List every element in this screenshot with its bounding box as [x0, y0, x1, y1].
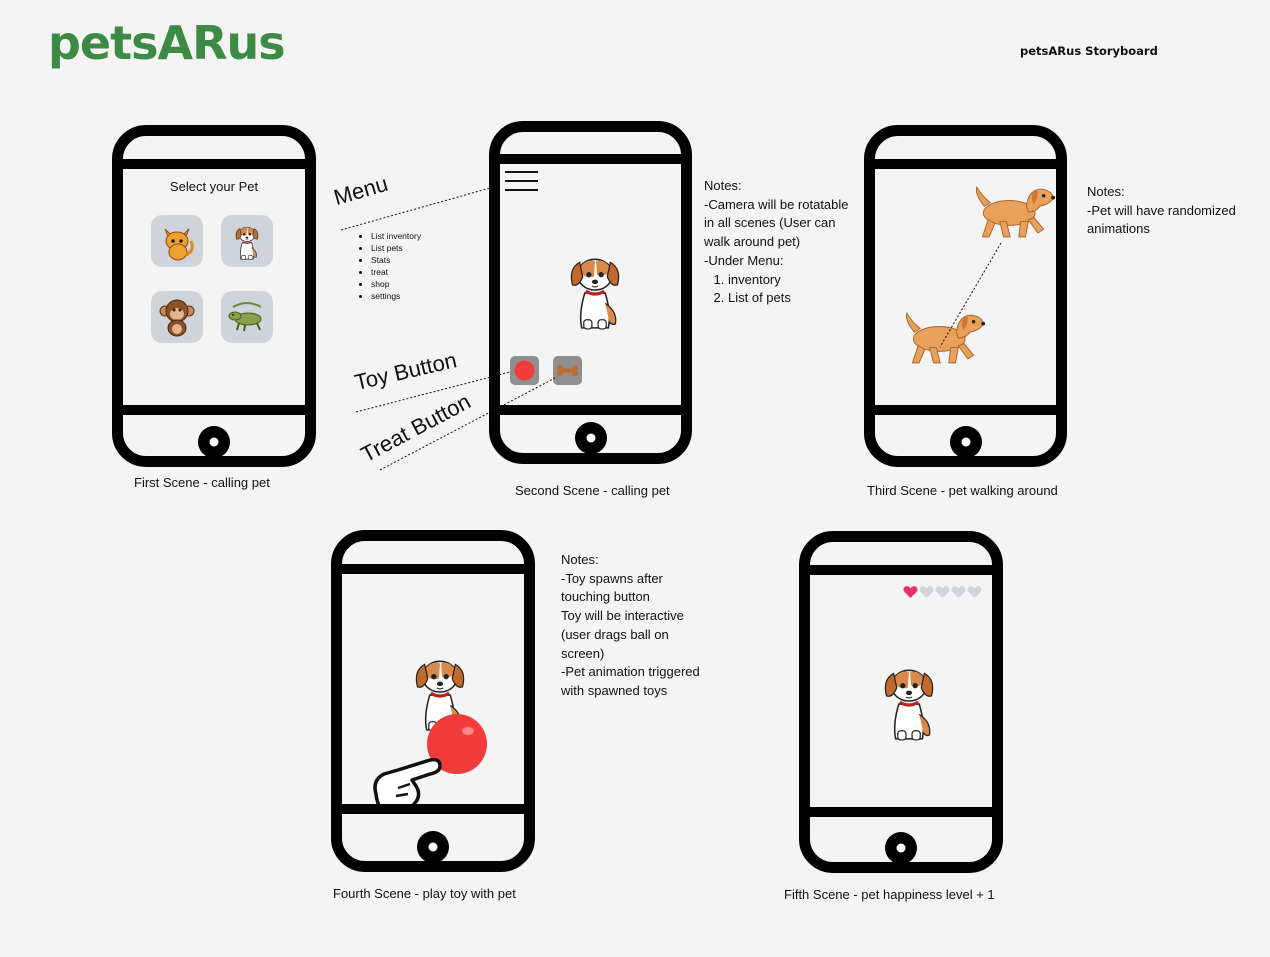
notes-line: -Toy spawns after touching button: [561, 570, 663, 605]
heart-empty-icon: [919, 585, 934, 599]
menu-item: List inventory: [371, 230, 421, 242]
storyboard-label: petsARus Storyboard: [1020, 44, 1158, 58]
notes-heading: Notes:: [704, 178, 742, 193]
scene-4-caption: Fourth Scene - play toy with pet: [333, 886, 516, 901]
iguana-icon: [228, 302, 262, 332]
notes-line: -Pet animation triggered with spawned to…: [561, 664, 700, 698]
dog-icon: [564, 246, 626, 332]
phone-screen: [500, 154, 681, 415]
heart-empty-icon: [951, 585, 966, 599]
toy-button[interactable]: [510, 356, 539, 385]
heart-empty-icon: [967, 585, 982, 599]
pet-tile-iguana[interactable]: [221, 291, 273, 343]
menu-item: Stats: [371, 254, 421, 266]
cat-icon: [164, 228, 194, 261]
phone-scene-2: [489, 121, 692, 464]
select-pet-title: Select your Pet: [169, 179, 259, 194]
menu-item: List pets: [371, 242, 421, 254]
menu-item: settings: [371, 290, 421, 302]
notes-list-item: inventory: [728, 271, 854, 290]
phone-scene-4: [331, 530, 535, 872]
heart-filled-icon: [903, 585, 918, 599]
dog-icon: [227, 221, 267, 261]
scene-3-caption: Third Scene - pet walking around: [867, 483, 1058, 498]
notes-list: inventory List of pets: [704, 271, 854, 308]
monkey-icon: [159, 299, 195, 337]
pet-tile-dog[interactable]: [221, 215, 273, 267]
heart-empty-icon: [935, 585, 950, 599]
phone-scene-1: Select your Pet: [112, 125, 316, 467]
home-button[interactable]: [885, 832, 917, 864]
home-button[interactable]: [949, 426, 982, 458]
pet-tile-monkey[interactable]: [151, 291, 203, 343]
pointing-hand-icon: [373, 757, 442, 804]
phone-screen: Select your Pet: [123, 159, 305, 415]
walking-dog-icon: [901, 307, 987, 369]
home-button[interactable]: [198, 426, 230, 458]
brand-logo: petsARus: [48, 16, 286, 70]
walking-dog-icon: [971, 181, 1056, 243]
scene-3-notes: Notes: -Pet will have randomized animati…: [1087, 183, 1237, 239]
scene-4-notes: Notes: -Toy spawns after touching button…: [561, 551, 707, 701]
phone-screen: [810, 565, 992, 817]
phone-screen: [342, 564, 524, 814]
toy-button-annotation: Toy Button: [352, 347, 460, 396]
notes-line: -Under Menu:: [704, 252, 784, 268]
phone-screen: [875, 159, 1056, 415]
notes-heading: Notes:: [561, 552, 599, 567]
menu-annotation: Menu: [330, 170, 391, 211]
home-button[interactable]: [574, 422, 607, 454]
notes-list-item: List of pets: [728, 289, 854, 308]
notes-heading: Notes:: [1087, 184, 1125, 199]
dog-icon: [878, 657, 940, 743]
notes-line: -Pet will have randomized animations: [1087, 202, 1236, 237]
scene-2-caption: Second Scene - calling pet: [515, 483, 670, 498]
pet-tile-cat[interactable]: [151, 215, 203, 267]
hamburger-menu-icon[interactable]: [505, 171, 538, 198]
menu-item: shop: [371, 278, 421, 290]
treat-button-annotation: Treat Button: [356, 388, 475, 468]
phone-scene-3: [864, 125, 1067, 467]
scene-5-caption: Fifth Scene - pet happiness level + 1: [784, 887, 995, 902]
ball-icon: [514, 360, 535, 381]
phone-scene-5: [799, 531, 1003, 873]
menu-item: treat: [371, 266, 421, 278]
scene-2-notes: Notes: -Camera will be rotatable in all …: [704, 177, 854, 308]
treat-button[interactable]: [553, 356, 582, 385]
bone-icon: [557, 365, 578, 376]
menu-items-list: List inventory List pets Stats treat sho…: [363, 230, 421, 302]
happiness-meter: [903, 585, 983, 601]
home-button[interactable]: [417, 831, 449, 863]
notes-line: -Camera will be rotatable in all scenes …: [704, 196, 849, 250]
scene-1-caption: First Scene - calling pet: [134, 475, 270, 490]
notes-line: Toy will be interactive (user drags ball…: [561, 608, 684, 661]
